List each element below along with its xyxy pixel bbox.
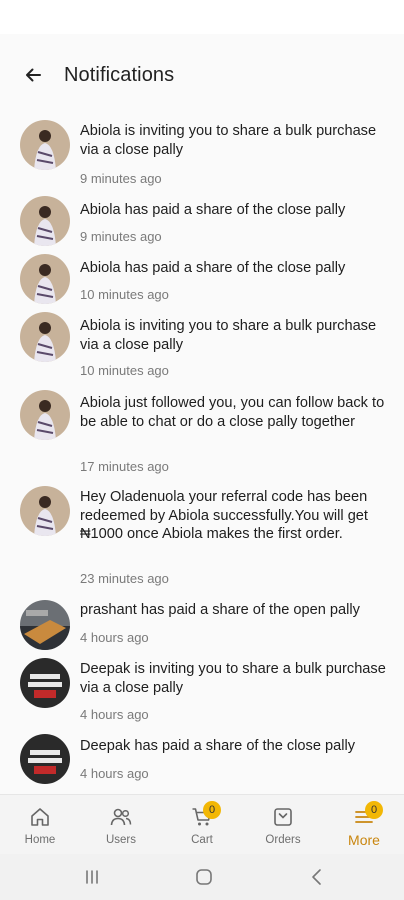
- notification-text: Deepak has paid a share of the close pal…: [80, 738, 356, 754]
- orders-icon: [274, 808, 292, 826]
- nav-users[interactable]: Users: [81, 795, 161, 855]
- notification-list: Abiola is inviting you to share a bulk p…: [0, 118, 404, 794]
- notification-time: 23 minutes ago: [80, 571, 169, 586]
- notification-time: 4 hours ago: [80, 707, 149, 722]
- nav-label: Orders: [265, 834, 301, 846]
- bottom-navigation: Home Users 0 Cart Orders 0 More: [0, 794, 404, 854]
- notification-text: Abiola has paid a share of the close pal…: [80, 202, 346, 218]
- nav-label: Cart: [191, 834, 213, 846]
- notification-time: 17 minutes ago: [80, 459, 169, 474]
- notification-time: 4 hours ago: [80, 766, 149, 781]
- nav-cart[interactable]: 0 Cart: [162, 795, 242, 855]
- notification-time: 9 minutes ago: [80, 229, 162, 244]
- avatar-abiola: [20, 390, 70, 440]
- notification-text: Abiola is inviting you to share a bulk p…: [80, 123, 377, 158]
- notification-time: 4 hours ago: [80, 630, 149, 645]
- avatar-prashant: [20, 600, 70, 650]
- notification-text: Abiola just followed you, you can follow…: [80, 395, 385, 430]
- avatar-abiola: [20, 486, 70, 536]
- notification-text: prashant has paid a share of the open pa…: [80, 602, 360, 618]
- avatar-abiola: [20, 254, 70, 304]
- home-button-icon[interactable]: [192, 865, 216, 889]
- status-bar: [0, 0, 404, 34]
- notification-item[interactable]: Deepak has paid a share of the close pal…: [0, 734, 404, 790]
- system-navigation-bar: [0, 854, 404, 900]
- notification-time: 9 minutes ago: [80, 171, 162, 186]
- nav-home[interactable]: Home: [0, 795, 80, 855]
- nav-more[interactable]: 0 More: [324, 795, 404, 855]
- avatar-abiola: [20, 196, 70, 246]
- more-badge: 0: [365, 801, 383, 819]
- nav-label: More: [348, 832, 380, 848]
- notification-item[interactable]: Hey Oladenuola your referral code has be…: [0, 486, 404, 596]
- notification-text: Deepak is inviting you to share a bulk p…: [80, 661, 386, 696]
- avatar-deepak: [20, 658, 70, 708]
- avatar-abiola: [20, 312, 70, 362]
- back-button[interactable]: [18, 60, 48, 90]
- back-arrow-icon: [26, 68, 41, 82]
- recent-apps-icon[interactable]: [80, 865, 104, 889]
- notification-time: 10 minutes ago: [80, 287, 169, 302]
- avatar-abiola: [20, 120, 70, 170]
- users-icon: [110, 808, 132, 826]
- cart-badge: 0: [203, 801, 221, 819]
- nav-orders[interactable]: Orders: [243, 795, 323, 855]
- back-button-icon[interactable]: [305, 865, 329, 889]
- notification-item[interactable]: prashant has paid a share of the open pa…: [0, 600, 404, 654]
- app-header: Notifications: [0, 34, 404, 118]
- avatar-deepak: [20, 734, 70, 784]
- notification-item[interactable]: Deepak is inviting you to share a bulk p…: [0, 658, 404, 730]
- notification-item[interactable]: Abiola has paid a share of the close pal…: [0, 194, 404, 248]
- home-icon: [31, 808, 49, 826]
- notification-item[interactable]: Abiola just followed you, you can follow…: [0, 390, 404, 480]
- page-title: Notifications: [64, 64, 175, 86]
- notification-text: Abiola has paid a share of the close pal…: [80, 260, 346, 276]
- nav-label: Home: [24, 834, 56, 846]
- notification-item[interactable]: Abiola has paid a share of the close pal…: [0, 254, 404, 308]
- nav-label: Users: [105, 834, 137, 846]
- notification-item[interactable]: Abiola is inviting you to share a bulk p…: [0, 118, 404, 190]
- notification-item[interactable]: Abiola is inviting you to share a bulk p…: [0, 312, 404, 384]
- notification-time: 10 minutes ago: [80, 363, 169, 378]
- notification-text: Hey Oladenuola your referral code has be…: [80, 489, 368, 542]
- notification-text: Abiola is inviting you to share a bulk p…: [80, 318, 377, 353]
